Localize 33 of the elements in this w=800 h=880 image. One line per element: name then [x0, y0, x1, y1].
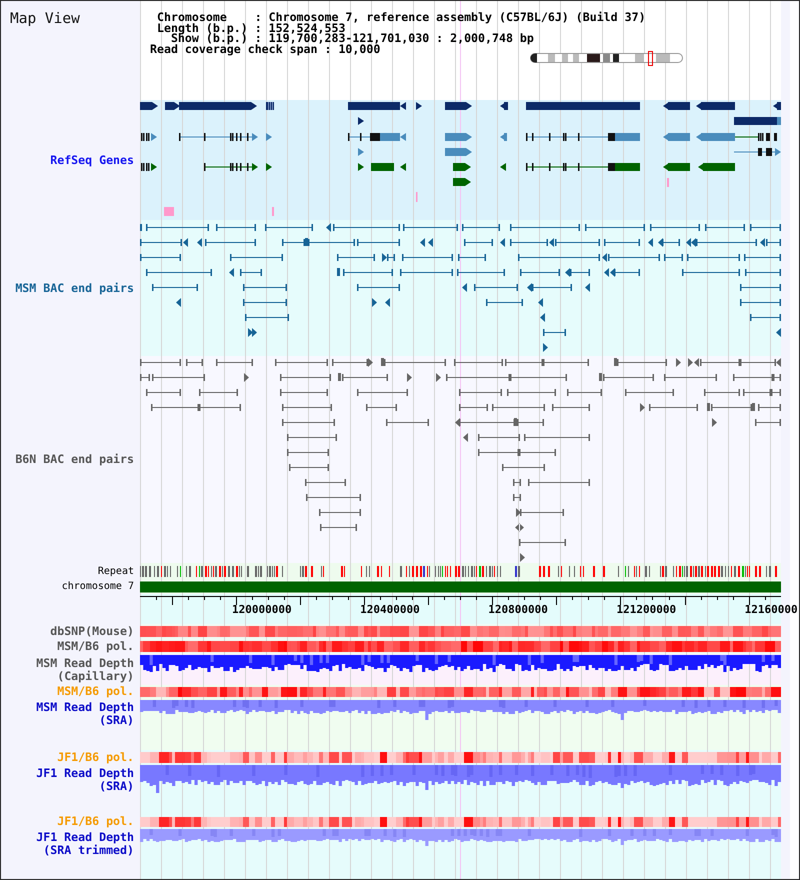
track-label: JF1 Read Depth (SRA): [35, 767, 134, 793]
track-label: JF1/B6 pol.: [57, 750, 134, 764]
track-label: MSM BAC end pairs: [15, 282, 134, 294]
axis-label: 120000000: [232, 604, 292, 616]
info-separator: :: [254, 22, 262, 33]
info-label: Chromosome: [157, 12, 227, 22]
track-label: chromosome 7: [62, 581, 134, 593]
axis-label: 120400000: [360, 604, 420, 616]
info-value: 10,000: [338, 44, 380, 54]
info-value: 152,524,553: [268, 22, 346, 33]
info-label: Read coverage check span: [150, 44, 318, 54]
page-title: Map View: [10, 11, 80, 27]
info-label: Length (b.p.): [157, 22, 248, 33]
axis-label: 120800000: [488, 604, 548, 616]
info-separator: :: [324, 44, 332, 54]
axis-label: 12160000: [744, 604, 798, 616]
track-label: RefSeq Genes: [50, 154, 134, 166]
info-value: 119,700,283-121,701,030 : 2,000,748 bp: [268, 33, 534, 44]
track-label: MSM Read Depth (SRA): [35, 701, 134, 727]
track-label: JF1/B6 pol.: [57, 815, 134, 828]
track-label: B6N BAC end pairs: [15, 453, 134, 466]
info-label: Show (b.p.): [170, 33, 248, 44]
track-label: JF1 Read Depth (SRA trimmed): [35, 831, 134, 857]
track-label: dbSNP(Mouse): [50, 625, 134, 638]
track-label: Repeat: [98, 566, 134, 578]
track-label: MSM Read Depth (Capillary): [35, 657, 134, 683]
info-value: Chromosome 7, reference assembly (C57BL/6J) (Build 37): [268, 12, 646, 22]
track-label: MSM/B6 pol.: [57, 685, 134, 698]
track-label: MSM/B6 pol.: [57, 640, 134, 653]
region-marker: [648, 50, 653, 66]
info-separator: :: [254, 12, 262, 22]
info-separator: :: [254, 33, 262, 44]
axis-label: 121200000: [616, 604, 676, 616]
